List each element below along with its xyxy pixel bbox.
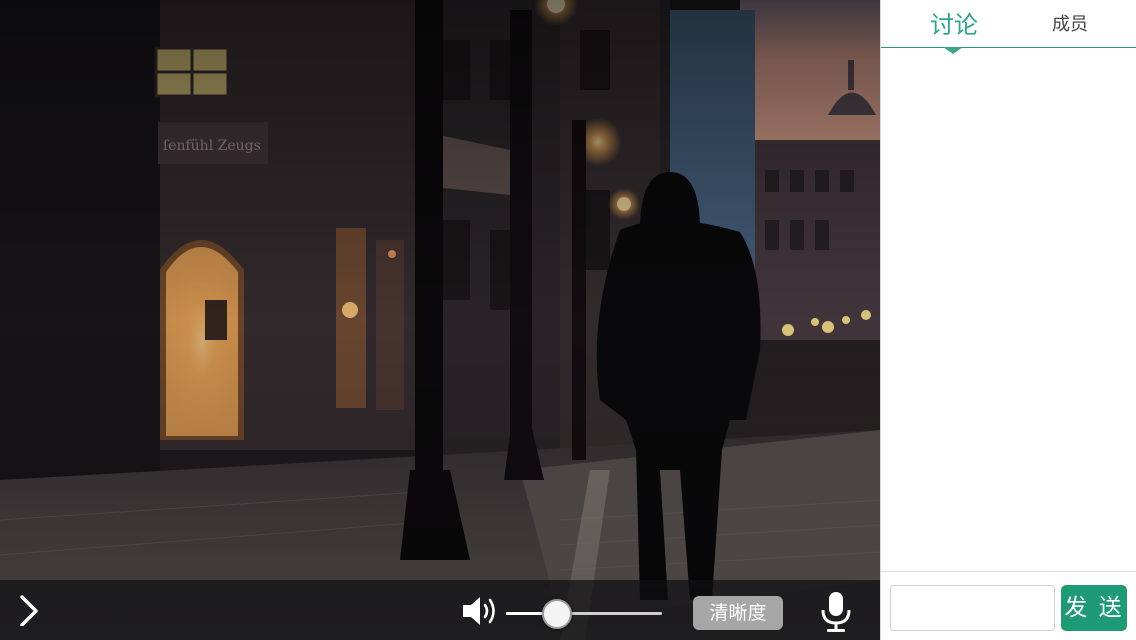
- volume-slider-knob[interactable]: [542, 599, 573, 629]
- tab-members[interactable]: 成员: [1025, 0, 1115, 48]
- microphone-button[interactable]: [818, 590, 854, 634]
- message-input[interactable]: [890, 585, 1055, 631]
- expand-chevron-button[interactable]: [14, 594, 46, 627]
- video-frame: ſenfühl Zeugs: [0, 0, 880, 640]
- player-control-bar: 清晰度: [0, 580, 880, 640]
- tab-discussion[interactable]: 讨论: [909, 0, 999, 48]
- microphone-icon: [821, 592, 851, 632]
- volume-button[interactable]: [460, 594, 502, 628]
- chevron-right-icon: [20, 595, 38, 627]
- quality-button[interactable]: 清晰度: [693, 596, 783, 630]
- panel-tab-bar: 讨论 成员: [881, 0, 1136, 54]
- chat-panel: 讨论 成员 发 送: [880, 0, 1136, 640]
- volume-slider-track[interactable]: [506, 612, 662, 615]
- discussion-message-list[interactable]: [881, 49, 1136, 571]
- send-button[interactable]: 发 送: [1061, 585, 1127, 631]
- message-input-bar: 发 送: [881, 571, 1136, 640]
- video-player[interactable]: ſenfühl Zeugs: [0, 0, 880, 640]
- speaker-icon: [463, 597, 495, 625]
